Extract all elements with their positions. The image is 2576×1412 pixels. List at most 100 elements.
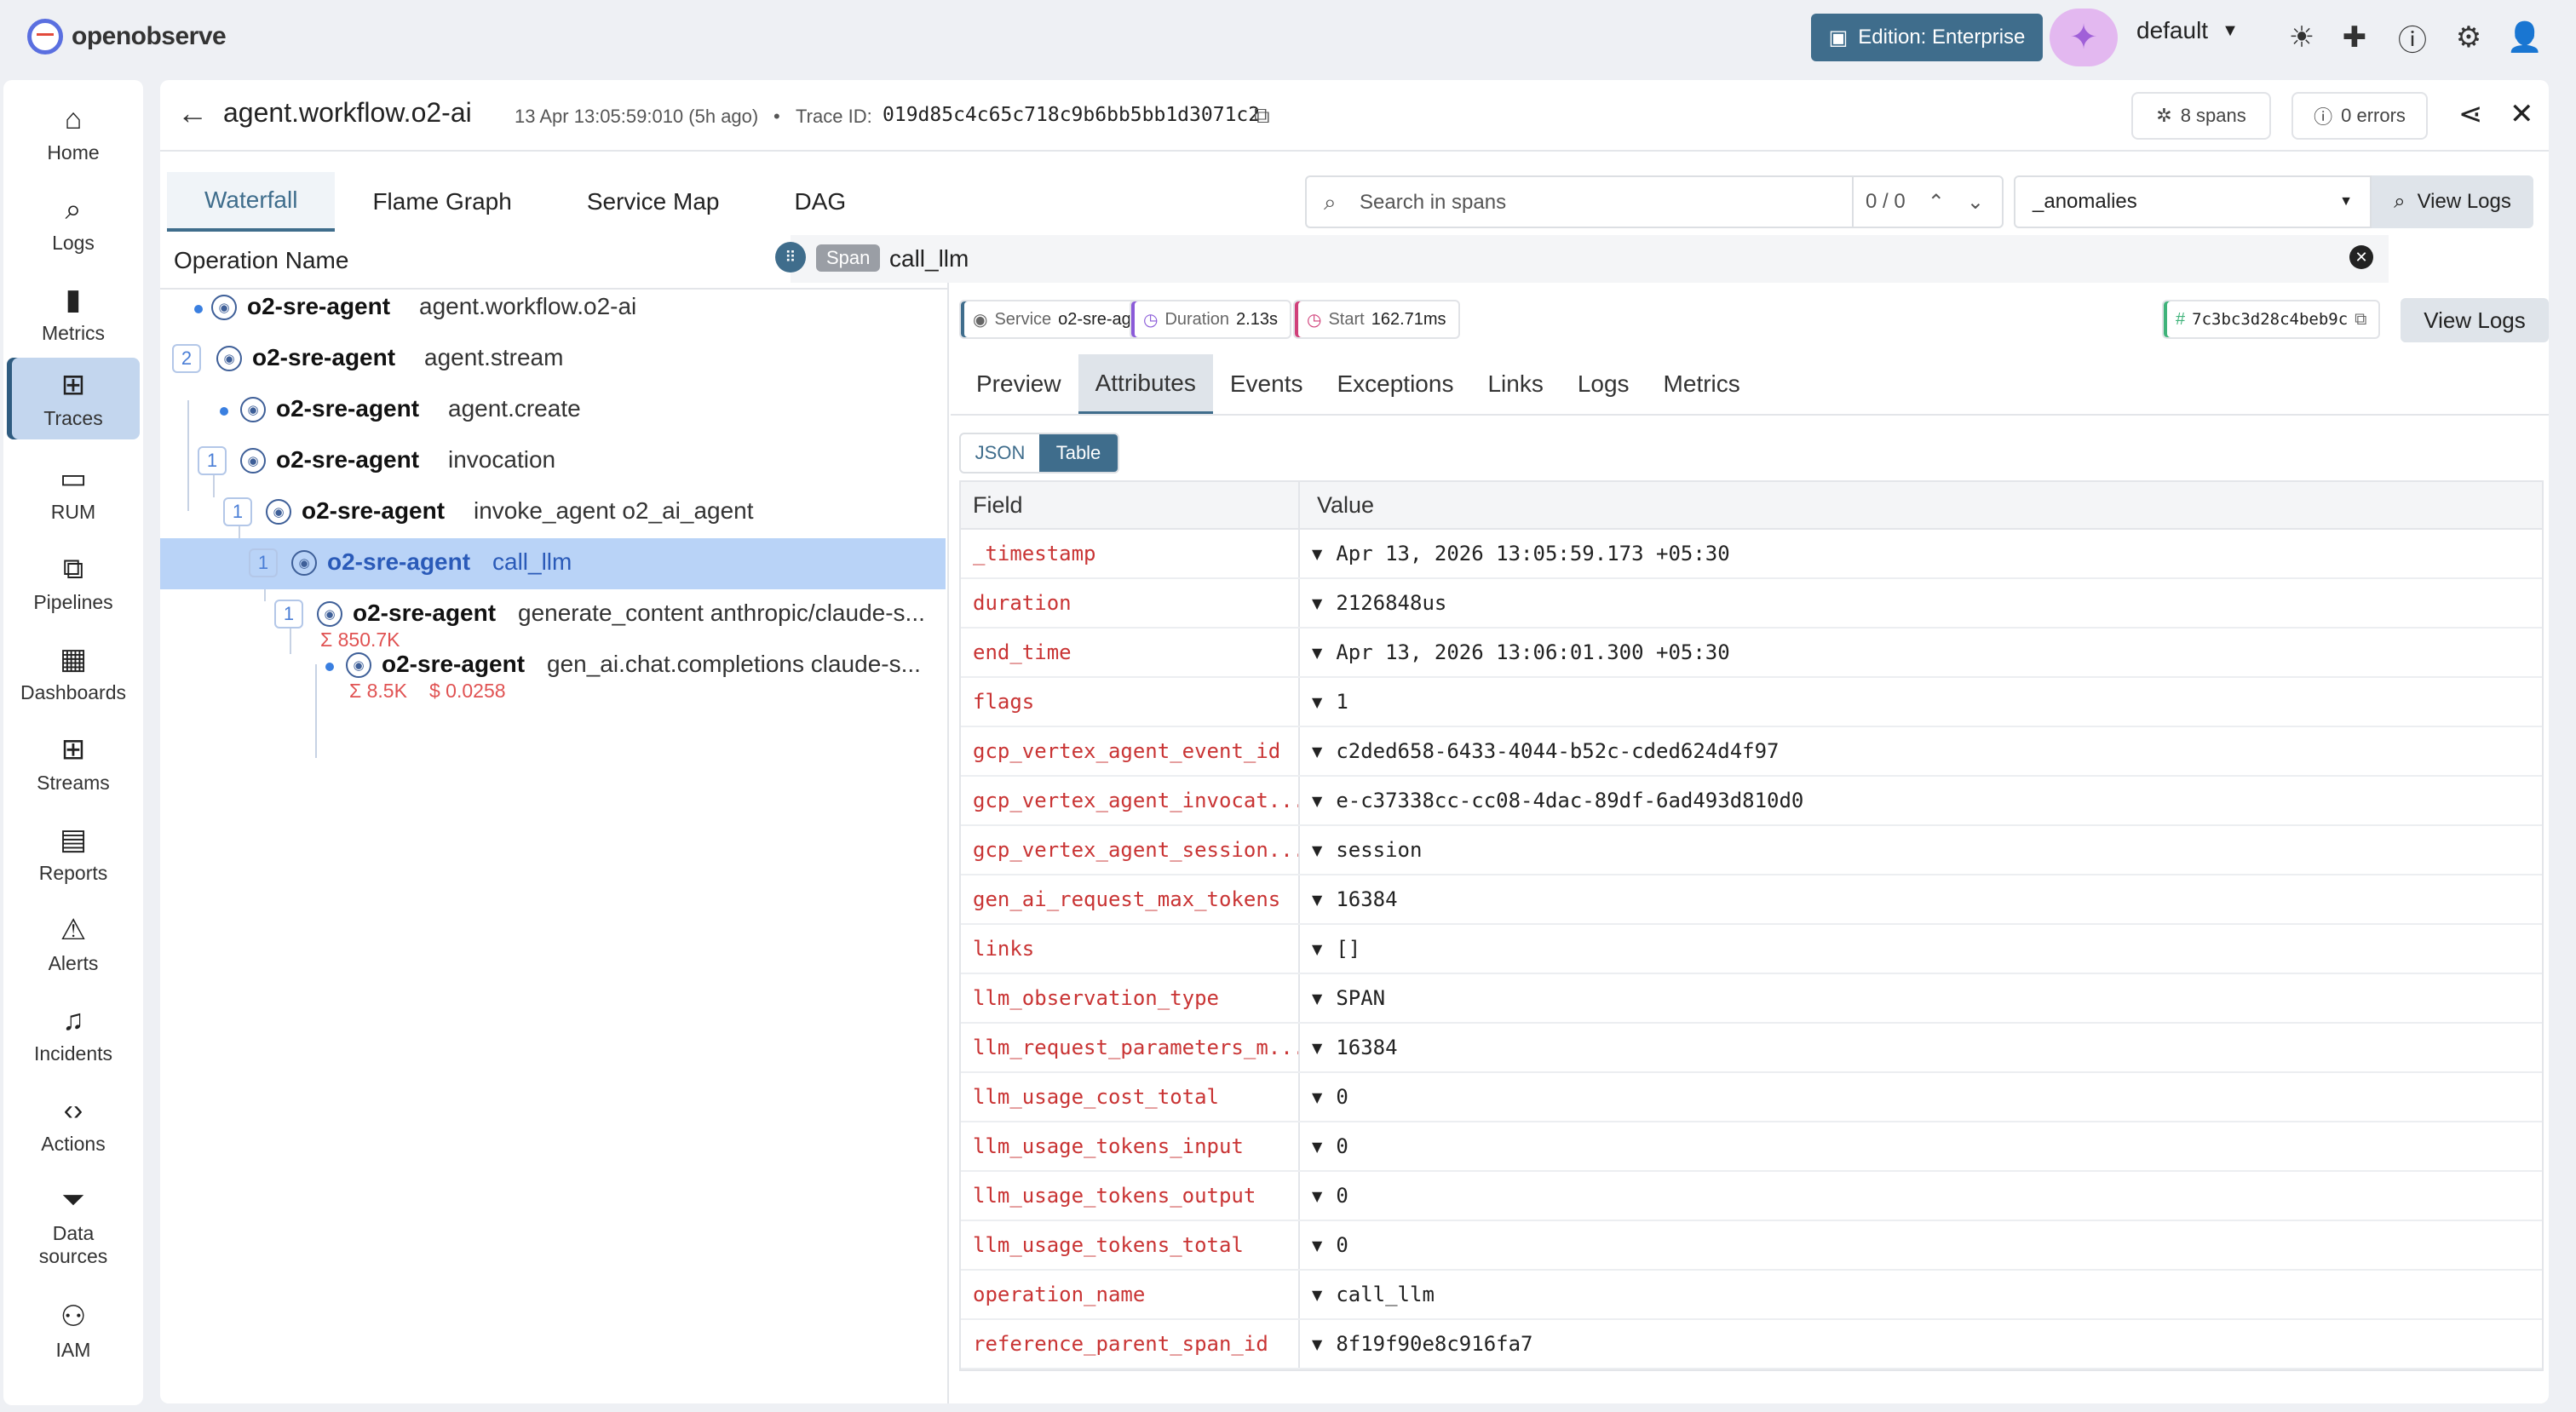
sidebar-item-incidents[interactable]: ♫ Incidents (7, 993, 140, 1075)
brand-logo[interactable]: openobserve (27, 19, 227, 55)
sidebar-item-rum[interactable]: ▭ RUM (7, 451, 140, 533)
caret-down-icon[interactable]: ▼ (1312, 1040, 1322, 1056)
caret-down-icon[interactable]: ▼ (1312, 546, 1322, 562)
child-count-badge[interactable]: 1 (249, 548, 278, 577)
sidebar-item-iam[interactable]: ⚇ IAM (7, 1289, 140, 1371)
caret-down-icon[interactable]: ▼ (1312, 1139, 1322, 1155)
sidebar-item-metrics[interactable]: ▮ Metrics (7, 273, 140, 354)
help-icon[interactable]: ⓘ (2390, 15, 2435, 60)
sidebar-item-actions[interactable]: ‹› Actions (7, 1083, 140, 1165)
back-arrow-icon[interactable]: ← (177, 95, 208, 131)
table-row[interactable]: llm_observation_type ▼ SPAN (961, 974, 2542, 1024)
search-input-placeholder[interactable]: Search in spans (1360, 191, 1506, 215)
ai-assistant-button[interactable]: ✦ (2050, 9, 2118, 66)
share-icon[interactable]: ⋖ (2458, 97, 2483, 131)
user-profile-icon[interactable]: 👤 (2503, 15, 2547, 60)
span-row[interactable]: ◉ o2-sre-agent agent.workflow.o2-ai (160, 283, 946, 334)
span-row[interactable]: ◉ o2-sre-agent agent.create (160, 385, 946, 436)
toggle-json[interactable]: JSON (961, 434, 1039, 472)
sidebar-item-alerts[interactable]: ⚠ Alerts (7, 903, 140, 984)
caret-down-icon[interactable]: ▼ (1312, 941, 1322, 957)
table-row[interactable]: duration ▼ 2126848us (961, 579, 2542, 629)
caret-down-icon[interactable]: ▼ (1312, 694, 1322, 710)
caret-down-icon[interactable]: ▼ (1312, 990, 1322, 1007)
spans-count-button[interactable]: ✲ 8 spans (2131, 92, 2271, 140)
copy-icon[interactable]: ⧉ (1254, 102, 1270, 129)
theme-toggle-icon[interactable]: ☀ (2280, 15, 2324, 60)
sidebar-item-logs[interactable]: ⌕ Logs (7, 182, 140, 264)
close-detail-icon[interactable]: ✕ (2349, 245, 2373, 269)
copy-icon[interactable]: ⧉ (2355, 310, 2366, 330)
caret-down-icon[interactable]: ▼ (1312, 743, 1322, 760)
tab-metrics[interactable]: Metrics (1647, 354, 1757, 414)
table-row[interactable]: links ▼ [] (961, 925, 2542, 974)
tab-attributes[interactable]: Attributes (1078, 354, 1213, 414)
tab-exceptions[interactable]: Exceptions (1320, 354, 1470, 414)
caret-down-icon[interactable]: ▼ (1312, 1188, 1322, 1204)
view-logs-button[interactable]: ⌕ View Logs (2372, 175, 2533, 228)
tab-links[interactable]: Links (1470, 354, 1560, 414)
span-row[interactable]: 2 ◉ o2-sre-agent agent.stream (160, 334, 946, 385)
table-row[interactable]: gcp_vertex_agent_invocat... ▼ e-c37338cc-c… (961, 777, 2542, 826)
span-row-selected[interactable]: 1 ◉ o2-sre-agent call_llm (160, 538, 946, 589)
table-row[interactable]: llm_usage_tokens_output ▼ 0 (961, 1172, 2542, 1221)
sidebar-item-home[interactable]: ⌂ Home (7, 92, 140, 174)
table-row[interactable]: gen_ai_request_max_tokens ▼ 16384 (961, 875, 2542, 925)
child-count-badge[interactable]: 2 (172, 344, 201, 373)
caret-down-icon[interactable]: ▼ (1312, 595, 1322, 611)
caret-down-icon[interactable]: ▼ (1312, 1336, 1322, 1352)
errors-count-button[interactable]: ⓘ 0 errors (2291, 92, 2428, 140)
org-selector[interactable]: default ▼ (2136, 17, 2239, 44)
table-row[interactable]: llm_usage_tokens_input ▼ 0 (961, 1122, 2542, 1172)
sidebar-item-data-sources[interactable]: ⏷ Data sources (7, 1179, 140, 1272)
caret-down-icon[interactable]: ▼ (1312, 645, 1322, 661)
caret-down-icon[interactable]: ▼ (1312, 842, 1322, 858)
sidebar-item-pipelines[interactable]: ⧉ Pipelines (7, 542, 140, 623)
slack-icon[interactable]: ✚ (2332, 15, 2377, 60)
caret-down-icon[interactable]: ▼ (1312, 1237, 1322, 1254)
table-row[interactable]: flags ▼ 1 (961, 678, 2542, 727)
stream-select[interactable]: _anomalies ▼ (2014, 175, 2372, 228)
table-row[interactable]: gcp_vertex_agent_event_id ▼ c2ded658-6433-… (961, 727, 2542, 777)
chevron-down-icon[interactable]: ⌄ (1967, 190, 1984, 215)
caret-down-icon[interactable]: ▼ (1312, 1287, 1322, 1303)
toggle-table[interactable]: Table (1039, 434, 1118, 472)
sidebar-item-traces[interactable]: ⊞ Traces (7, 358, 140, 439)
tab-preview[interactable]: Preview (959, 354, 1078, 414)
tab-service-map[interactable]: Service Map (549, 172, 757, 232)
caret-down-icon[interactable]: ▼ (1312, 892, 1322, 908)
span-view-logs-button[interactable]: View Logs (2401, 298, 2549, 342)
close-icon[interactable]: ✕ (2510, 97, 2534, 131)
tab-flame-graph[interactable]: Flame Graph (335, 172, 549, 232)
tab-events[interactable]: Events (1213, 354, 1320, 414)
tab-dag[interactable]: DAG (756, 172, 883, 232)
sidebar-item-reports[interactable]: ▤ Reports (7, 812, 140, 894)
sidebar-item-streams[interactable]: ⊞ Streams (7, 722, 140, 804)
table-row[interactable]: _timestamp ▼ Apr 13, 2026 13:05:59.173 +05… (961, 530, 2542, 579)
edition-button[interactable]: ▣ Edition: Enterprise (1811, 14, 2043, 61)
span-row[interactable]: 1 ◉ o2-sre-agent invoke_agent o2_ai_agen… (160, 487, 946, 538)
child-count-badge[interactable]: 1 (198, 446, 227, 475)
caret-down-icon[interactable]: ▼ (1312, 1089, 1322, 1105)
table-row[interactable]: reference_parent_span_id ▼ 8f19f90e8c916fa… (961, 1320, 2542, 1369)
tab-logs[interactable]: Logs (1561, 354, 1647, 414)
table-row[interactable]: end_time ▼ Apr 13, 2026 13:06:01.300 +05:3… (961, 629, 2542, 678)
child-count-badge[interactable]: 1 (223, 497, 252, 526)
drag-handle-icon[interactable]: ⠿ (775, 242, 806, 273)
chevron-up-icon[interactable]: ⌃ (1928, 190, 1945, 215)
table-row[interactable]: operation_name ▼ call_llm (961, 1271, 2542, 1320)
panel-divider[interactable] (947, 235, 949, 1403)
span-row[interactable]: 1 ◉ o2-sre-agent generate_content anthro… (160, 589, 946, 651)
span-row[interactable]: ◉ o2-sre-agent gen_ai.chat.completions c… (160, 640, 946, 702)
table-row[interactable]: llm_request_parameters_m... ▼ 16384 (961, 1024, 2542, 1073)
span-search-box[interactable]: ⌕ Search in spans 0 / 0 ⌃ ⌄ (1305, 175, 2004, 228)
settings-gear-icon[interactable]: ⚙ (2447, 15, 2491, 60)
span-row[interactable]: 1 ◉ o2-sre-agent invocation (160, 436, 946, 487)
caret-down-icon[interactable]: ▼ (1312, 793, 1322, 809)
table-row[interactable]: gcp_vertex_agent_session... ▼ session (961, 826, 2542, 875)
child-count-badge[interactable]: 1 (274, 600, 303, 629)
tab-waterfall[interactable]: Waterfall (167, 172, 336, 232)
sidebar-item-dashboards[interactable]: ▦ Dashboards (7, 632, 140, 714)
table-row[interactable]: llm_usage_cost_total ▼ 0 (961, 1073, 2542, 1122)
table-row[interactable]: llm_usage_tokens_total ▼ 0 (961, 1221, 2542, 1271)
